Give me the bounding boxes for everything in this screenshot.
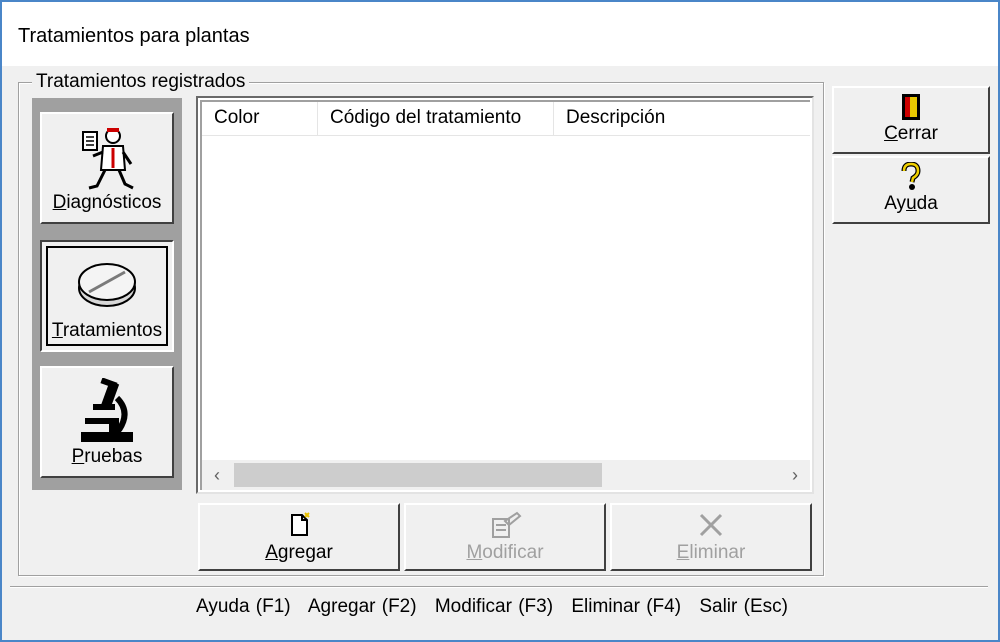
hint-add: Agregar (F2)	[307, 596, 417, 617]
treatments-list[interactable]: Color Código del tratamiento Descripción…	[196, 96, 814, 494]
nav-diagnosticos-label: Diagnósticos	[52, 192, 162, 213]
help-button[interactable]: Ayuda	[832, 156, 990, 224]
nav-tratamientos-button[interactable]: Tratamientos	[40, 240, 174, 352]
close-button-label: Cerrar	[884, 123, 938, 144]
title-bar: Tratamientos para plantas	[2, 2, 998, 66]
hint-modify: Modificar (F3)	[434, 596, 554, 617]
hint-help: Ayuda (F1)	[196, 596, 291, 617]
nav-tratamientos-label: Tratamientos	[51, 320, 163, 341]
microscope-icon	[75, 377, 139, 453]
help-button-label: Ayuda	[884, 193, 938, 214]
status-bar: Ayuda (F1) Agregar (F2) Modificar (F3) E…	[10, 586, 988, 626]
new-document-icon	[285, 511, 313, 544]
add-button[interactable]: Agregar	[198, 503, 400, 571]
list-header: Color Código del tratamiento Descripción	[202, 102, 810, 136]
scroll-right-arrow[interactable]: ›	[780, 460, 810, 490]
close-button[interactable]: Cerrar	[832, 86, 990, 154]
group-legend: Tratamientos registrados	[32, 70, 250, 94]
delete-button[interactable]: Eliminar	[610, 503, 812, 571]
scroll-left-arrow[interactable]: ‹	[202, 460, 232, 490]
list-frame: Color Código del tratamiento Descripción…	[200, 100, 810, 490]
horizontal-scrollbar[interactable]: ‹ ›	[202, 460, 810, 490]
window-title: Tratamientos para plantas	[18, 25, 250, 47]
nav-diagnosticos-button[interactable]: Diagnósticos	[40, 112, 174, 224]
scroll-thumb[interactable]	[234, 463, 602, 487]
left-nav-panel: Diagnósticos Tratamientos Pruebas	[32, 98, 182, 490]
column-header-codigo[interactable]: Código del tratamiento	[318, 102, 554, 136]
modify-button-label: Modificar	[466, 542, 544, 563]
modify-button[interactable]: Modificar	[404, 503, 606, 571]
nav-pruebas-label: Pruebas	[71, 446, 143, 467]
column-header-descripcion[interactable]: Descripción	[554, 102, 810, 136]
nav-pruebas-button[interactable]: Pruebas	[40, 366, 174, 478]
shortcut-hints: Ayuda (F1) Agregar (F2) Modificar (F3) E…	[196, 595, 800, 619]
hint-exit: Salir (Esc)	[699, 596, 788, 617]
doctor-icon	[75, 124, 139, 201]
delete-x-icon	[697, 511, 725, 544]
column-header-color[interactable]: Color	[202, 102, 318, 136]
hint-delete: Eliminar (F4)	[571, 596, 682, 617]
pill-icon	[75, 258, 139, 315]
add-button-label: Agregar	[265, 542, 333, 563]
delete-button-label: Eliminar	[676, 542, 746, 563]
